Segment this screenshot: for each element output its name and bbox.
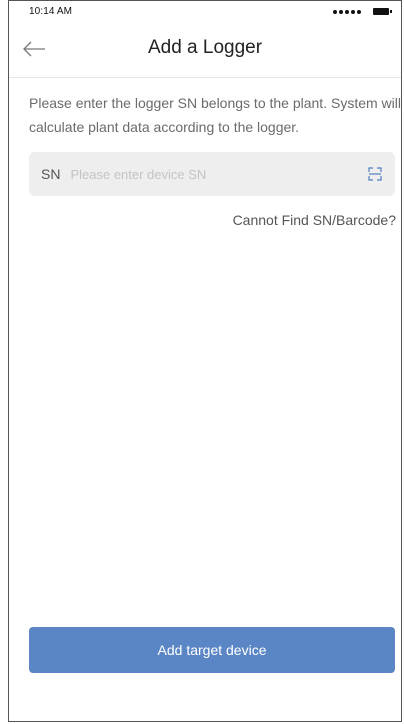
scan-icon [368, 167, 382, 181]
signal-dots-icon [333, 10, 361, 14]
status-time: 10:14 AM [29, 6, 73, 17]
sn-field: SN [29, 152, 395, 196]
battery-icon [373, 8, 392, 15]
add-target-device-button[interactable]: Add target device [29, 627, 395, 673]
cannot-find-sn-link[interactable]: Cannot Find SN/Barcode? [233, 212, 396, 228]
app-frame: 10:14 AM Add a Logger Please enter the l… [8, 0, 402, 722]
scan-button[interactable] [355, 152, 395, 196]
sn-label: SN [41, 166, 61, 182]
sn-input[interactable] [70, 166, 355, 182]
page-title: Add a Logger [147, 37, 263, 58]
status-bar: 10:14 AM [9, 1, 401, 23]
header: Add a Logger [9, 23, 401, 78]
description-text: Please enter the logger SN belongs to th… [29, 95, 401, 135]
